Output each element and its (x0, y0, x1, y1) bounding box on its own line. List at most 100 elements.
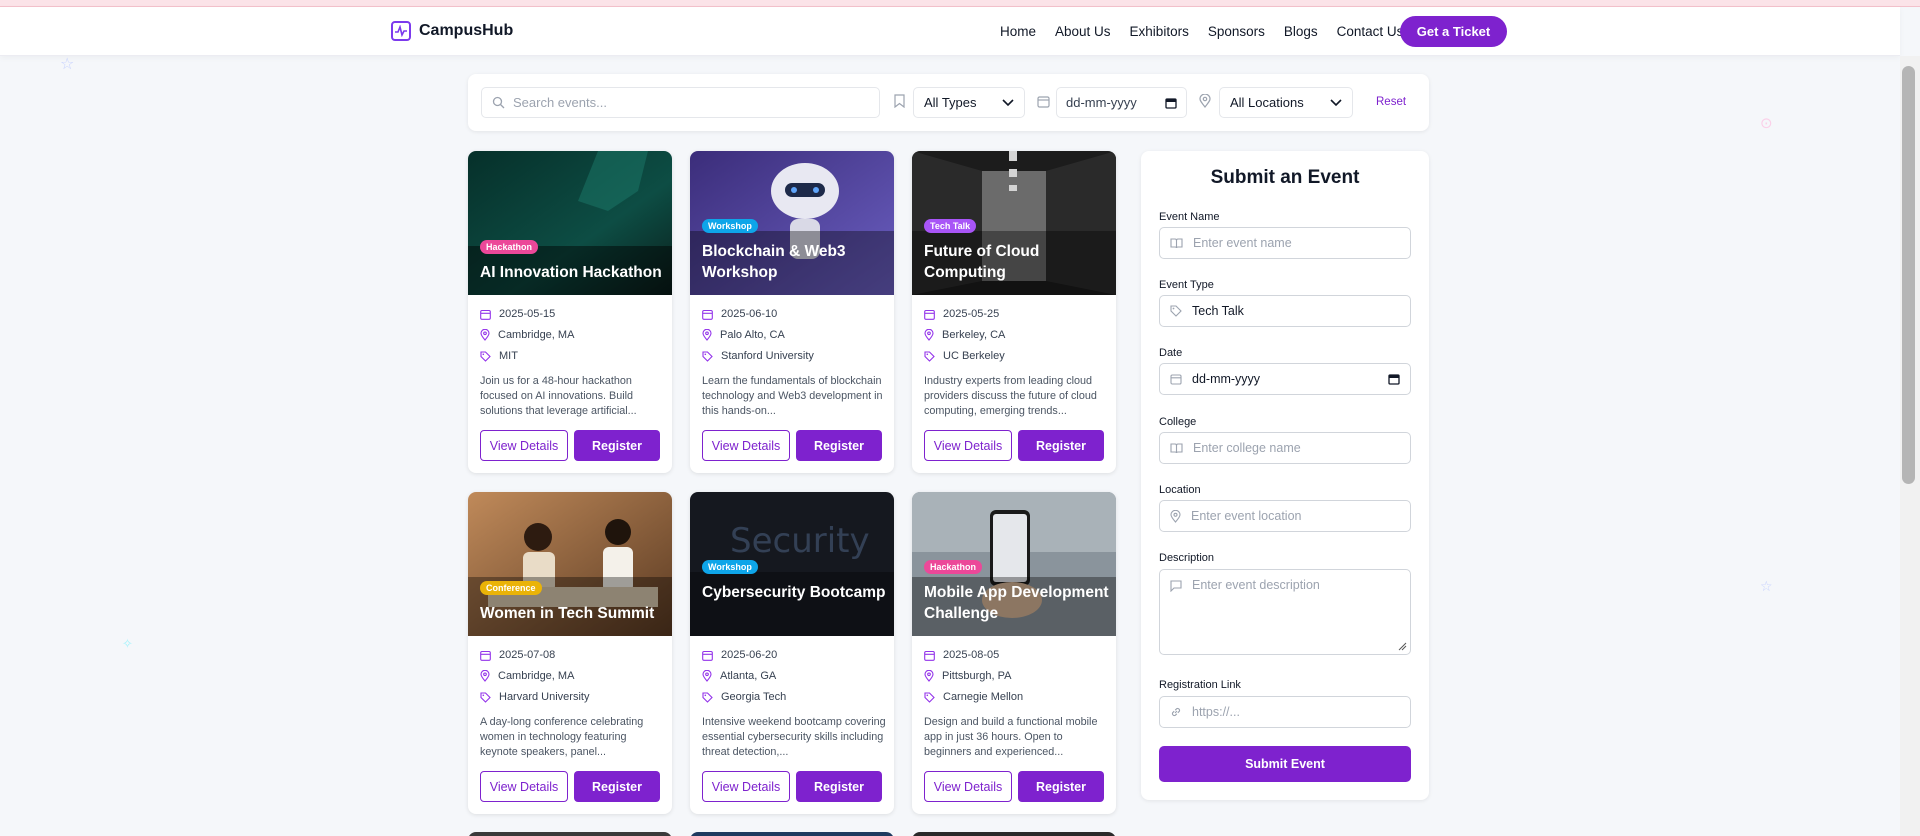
event-college-text: Harvard University (499, 691, 590, 703)
event-type-badge: Workshop (702, 560, 758, 574)
event-location-text: Cambridge, MA (498, 329, 575, 341)
view-details-button[interactable]: View Details (480, 430, 568, 461)
register-button[interactable]: Register (1018, 771, 1104, 802)
sparkle-decor-icon: ✧ (122, 636, 133, 651)
event-description: Design and build a functional mobile app… (924, 716, 1098, 758)
location-field[interactable]: Enter event location (1159, 500, 1411, 532)
reset-link[interactable]: Reset (1376, 96, 1406, 108)
event-date-field[interactable]: dd-mm-yyyy (1159, 363, 1411, 395)
form-title: Submit an Event (1210, 167, 1360, 188)
event-college-text: Stanford University (721, 350, 814, 362)
tag-icon (480, 350, 491, 362)
event-title: Mobile App Development Challenge (924, 584, 1109, 622)
star-decor-icon: ☆ (60, 56, 75, 73)
map-pin-icon (924, 670, 934, 682)
calendar-icon (924, 309, 935, 320)
filter-bar: Search events... All Types dd-mm-yyyy Al… (468, 74, 1429, 131)
calendar-picker-icon[interactable] (1165, 97, 1177, 109)
event-date: 2025-05-25 (924, 308, 999, 320)
registration-link-field[interactable]: https://... (1159, 696, 1411, 728)
event-date-text: 2025-06-20 (721, 649, 778, 661)
calendar-icon (702, 309, 713, 320)
view-details-button[interactable]: View Details (702, 771, 790, 802)
event-type-value: Tech Talk (1192, 304, 1244, 318)
calendar-icon (702, 650, 713, 661)
event-description: A day-long conference celebrating women … (480, 716, 644, 758)
description-field[interactable]: Enter event description (1159, 569, 1411, 655)
calendar-icon (1037, 96, 1050, 108)
scrollbar-thumb[interactable] (1902, 66, 1915, 484)
event-college: Harvard University (480, 691, 589, 703)
date-filter-input[interactable]: dd-mm-yyyy (1056, 87, 1187, 118)
map-pin-icon (702, 329, 712, 341)
nav-link-home[interactable]: Home (1000, 24, 1036, 39)
event-name-field[interactable]: Enter event name (1159, 227, 1411, 259)
book-icon (1170, 237, 1183, 248)
event-location-text: Atlanta, GA (720, 670, 777, 682)
tag-icon (924, 691, 935, 703)
view-details-button[interactable]: View Details (702, 430, 790, 461)
register-button[interactable]: Register (574, 430, 660, 461)
register-button[interactable]: Register (796, 771, 882, 802)
get-ticket-button[interactable]: Get a Ticket (1400, 16, 1507, 47)
location-select-value: All Locations (1230, 95, 1304, 110)
event-college-text: Carnegie Mellon (943, 691, 1024, 703)
brand[interactable]: CampusHub (391, 21, 513, 41)
register-button[interactable]: Register (796, 430, 882, 461)
nav-link-contact[interactable]: Contact Us (1337, 24, 1404, 39)
event-name-placeholder: Enter event name (1193, 236, 1292, 250)
calendar-icon (480, 309, 491, 320)
event-card: Workshop Blockchain & Web3 Workshop 2025… (690, 151, 894, 473)
event-date-text: 2025-05-25 (943, 308, 1000, 320)
event-description: Intensive weekend bootcamp covering esse… (702, 716, 886, 758)
calendar-icon (480, 650, 491, 661)
event-location: Berkeley, CA (924, 329, 1005, 341)
register-button[interactable]: Register (574, 771, 660, 802)
event-card-partial (468, 832, 672, 836)
event-card-partial (912, 832, 1116, 836)
submit-event-button[interactable]: Submit Event (1159, 746, 1411, 782)
location-select[interactable]: All Locations (1219, 87, 1353, 118)
event-college: Georgia Tech (702, 691, 786, 703)
event-location-text: Cambridge, MA (498, 670, 575, 682)
nav-links: Home About Us Exhibitors Sponsors Blogs … (1000, 24, 1403, 39)
event-location: Palo Alto, CA (702, 329, 785, 341)
nav-link-exhibitors[interactable]: Exhibitors (1130, 24, 1189, 39)
event-type-field[interactable]: Tech Talk (1159, 295, 1411, 327)
registration-link-label: Registration Link (1159, 679, 1241, 691)
event-date: 2025-06-10 (702, 308, 777, 320)
event-date-text: 2025-06-10 (721, 308, 778, 320)
event-description: Join us for a 48-hour hackathon focused … (480, 375, 637, 417)
calendar-picker-icon[interactable] (1388, 373, 1400, 385)
star-decor-icon: ☆ (1760, 578, 1773, 594)
type-select[interactable]: All Types (913, 87, 1025, 118)
resize-handle-icon[interactable] (1398, 642, 1407, 651)
event-date-field-inner: dd-mm-yyyy (1170, 372, 1260, 386)
event-location: Pittsburgh, PA (924, 670, 1012, 682)
event-date: 2025-08-05 (924, 649, 999, 661)
submit-event-form: Submit an Event Event Name Enter event n… (1141, 151, 1429, 800)
event-card: Security Workshop Cybersecurity Bootcamp… (690, 492, 894, 814)
register-button[interactable]: Register (1018, 430, 1104, 461)
event-location: Cambridge, MA (480, 329, 574, 341)
search-input[interactable]: Search events... (481, 87, 880, 118)
description-placeholder: Enter event description (1192, 578, 1320, 592)
event-type-badge: Workshop (702, 219, 758, 233)
view-details-button[interactable]: View Details (924, 430, 1012, 461)
tag-icon (1170, 305, 1182, 317)
view-details-button[interactable]: View Details (924, 771, 1012, 802)
event-card: Hackathon AI Innovation Hackathon 2025-0… (468, 151, 672, 473)
view-details-button[interactable]: View Details (480, 771, 568, 802)
event-description: Learn the fundamentals of blockchain tec… (702, 375, 883, 417)
nav-link-sponsors[interactable]: Sponsors (1208, 24, 1265, 39)
chevron-down-icon (1002, 98, 1014, 106)
nav-link-blogs[interactable]: Blogs (1284, 24, 1318, 39)
college-field[interactable]: Enter college name (1159, 432, 1411, 464)
nav-link-about[interactable]: About Us (1055, 24, 1111, 39)
event-date-text: 2025-07-08 (499, 649, 556, 661)
registration-link-placeholder: https://... (1192, 705, 1240, 719)
map-pin-icon (702, 670, 712, 682)
event-title: Cybersecurity Bootcamp (702, 584, 886, 601)
event-type-badge: Hackathon (480, 240, 539, 254)
event-type-label: Event Type (1159, 279, 1214, 291)
